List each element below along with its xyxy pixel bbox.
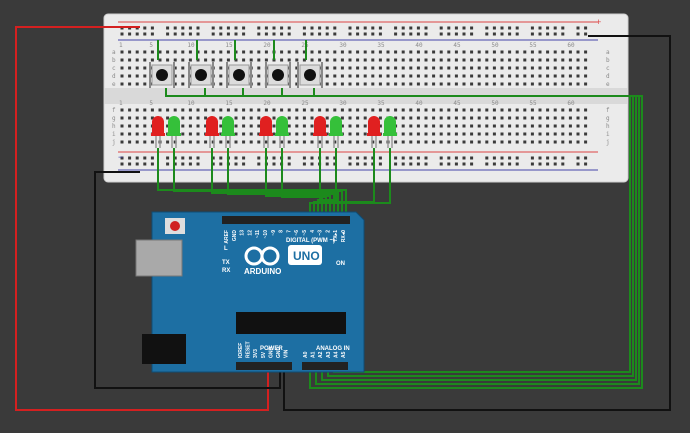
row-letter: g (112, 115, 116, 122)
breadboard[interactable]: 1155101015152020252530303535404045455050… (103, 13, 629, 183)
led-tx-label: TX (222, 260, 230, 266)
column-number: 25 (301, 100, 309, 107)
digital-header[interactable] (222, 216, 350, 224)
column-number: 35 (377, 100, 385, 107)
row-letter: i (606, 131, 610, 138)
power-pin-label: 3V3 (253, 349, 259, 358)
column-number: 30 (339, 100, 347, 107)
digital-pin-label: ~11 (255, 230, 261, 238)
arduino-uno-board[interactable]: AREF GND 13 12 ~11 ~10 ~9 8 7 ~6 ~5 4 ~3 2 TX▸1 RX◂0IOR… (135, 211, 365, 373)
column-number: 15 (225, 42, 233, 49)
digital-pin-label: AREF (224, 230, 230, 244)
push-button[interactable] (149, 62, 175, 88)
brand-label: ARDUINO (244, 267, 281, 276)
column-number: 5 (149, 42, 153, 49)
analog-pin-label: A0 (303, 351, 309, 358)
power-pin-label: IOREF (238, 343, 244, 358)
digital-label: DIGITAL (PWM ~) (286, 238, 335, 244)
column-number: 35 (377, 42, 385, 49)
power-header[interactable] (236, 362, 292, 370)
row-letter: c (112, 65, 116, 72)
rail-minus-label: − (118, 152, 123, 162)
column-number: 20 (263, 42, 271, 49)
column-number: 20 (263, 100, 271, 107)
analog-pin-label: A5 (341, 351, 347, 358)
row-letter: d (112, 73, 116, 80)
atmega-chip (236, 312, 346, 334)
row-letter: e (606, 81, 610, 88)
column-number: 50 (491, 100, 499, 107)
column-number: 1 (119, 100, 123, 107)
rail-plus-label: + (596, 17, 601, 27)
row-letter: b (112, 57, 116, 64)
column-number: 5 (149, 100, 153, 107)
analog-pin-label: A2 (318, 351, 324, 358)
power-label: POWER (260, 346, 283, 352)
model-label: UNO (293, 249, 320, 263)
column-number: 1 (119, 42, 123, 49)
column-number: 45 (453, 100, 461, 107)
column-number: 15 (225, 100, 233, 107)
column-number: 45 (453, 42, 461, 49)
on-label: ON (336, 261, 345, 267)
row-letter: d (606, 73, 610, 80)
power-pin-label: 5V (261, 351, 267, 358)
column-number: 10 (187, 100, 195, 107)
row-letter: c (606, 65, 610, 72)
column-number: 60 (567, 100, 575, 107)
digital-pin-label: 4 (310, 230, 316, 233)
row-letter: h (606, 123, 610, 130)
row-letter: h (112, 123, 116, 130)
usb-port (135, 239, 183, 277)
digital-pin-label: ~9 (271, 230, 277, 236)
digital-pin-label: 8 (279, 230, 285, 233)
digital-pin-label: 12 (247, 230, 253, 236)
column-number: 55 (529, 42, 537, 49)
row-letter: g (606, 115, 610, 122)
row-letter: e (112, 81, 116, 88)
analog-header[interactable] (302, 362, 348, 370)
row-letter: a (606, 49, 610, 56)
digital-pin-label: ~5 (302, 230, 308, 236)
row-letter: a (112, 49, 116, 56)
column-number: 40 (415, 42, 423, 49)
column-number: 10 (187, 42, 195, 49)
led-rx-label: RX (222, 268, 230, 274)
row-letter: j (112, 139, 116, 146)
column-number: 40 (415, 100, 423, 107)
digital-pin-label: RX◂0 (341, 230, 347, 242)
analog-pin-label: A3 (326, 351, 332, 358)
row-letter: f (606, 107, 610, 114)
column-number: 50 (491, 42, 499, 49)
column-number: 55 (529, 100, 537, 107)
analog-pin-label: A1 (311, 351, 317, 358)
column-number: 60 (567, 42, 575, 49)
power-jack (142, 334, 186, 364)
column-number: 30 (339, 42, 347, 49)
push-button[interactable] (297, 62, 323, 88)
row-letter: f (112, 107, 116, 114)
circuit-canvas: 1155101015152020252530303535404045455050… (15, 13, 671, 411)
digital-pin-label: GND (232, 230, 238, 242)
push-button[interactable] (265, 62, 291, 88)
digital-pin-label: 2 (325, 230, 331, 233)
led-l-label: L (224, 246, 228, 252)
digital-pin-label: ~10 (263, 230, 269, 239)
row-letter: b (606, 57, 610, 64)
row-letter: i (112, 131, 116, 138)
power-pin-label: VIN (284, 349, 290, 358)
power-pin-label: RESET (246, 341, 252, 358)
digital-pin-label: 13 (240, 230, 246, 236)
push-button[interactable] (188, 62, 214, 88)
digital-pin-label: ~6 (294, 230, 300, 236)
digital-pin-label: ~3 (318, 230, 324, 236)
analog-pin-label: A4 (333, 351, 339, 358)
digital-pin-label: 7 (286, 230, 292, 233)
analog-label: ANALOG IN (316, 346, 350, 352)
push-button[interactable] (226, 62, 252, 88)
row-letter: j (606, 139, 610, 146)
